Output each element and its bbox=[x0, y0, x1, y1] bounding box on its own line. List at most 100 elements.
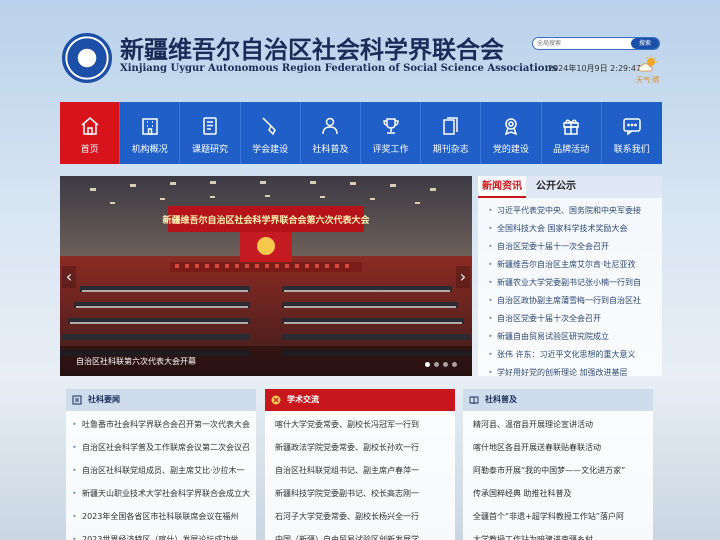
nav-home[interactable]: 首页 bbox=[60, 102, 121, 164]
carousel-dot[interactable] bbox=[434, 362, 439, 367]
news-item[interactable]: 自治区党委十届十一次全会召开 bbox=[486, 238, 662, 256]
federation-logo-icon[interactable]: XJFSS bbox=[62, 33, 112, 83]
nav-party-building[interactable]: 党的建设 bbox=[481, 102, 542, 164]
news-item[interactable]: 全国科技大会 国家科学技术奖励大会 bbox=[486, 220, 662, 238]
news-icon bbox=[72, 395, 82, 405]
nav-label: 联系我们 bbox=[613, 145, 650, 155]
list-item[interactable]: 大学教授工作站为暗建进南疆乡村 bbox=[469, 528, 653, 540]
carousel-next-icon[interactable]: › bbox=[456, 266, 470, 288]
party-emblem-icon bbox=[271, 395, 281, 405]
site-title-chinese: 新疆维吾尔自治区社会科学界联合会 bbox=[120, 35, 504, 64]
list-item[interactable]: 新疆政法学院党委常委、副校长孙欢一行 bbox=[271, 436, 455, 459]
badge-icon bbox=[504, 118, 518, 136]
column-popularization: 社科普及 精河县、温宿县开展理论宣讲活动 喀什地区各县开展送春联贴春联活动 阿勒… bbox=[463, 389, 653, 540]
column-social-science-news: 社科要闻 吐鲁番市社会科学界联合会召开第一次代表大会 自治区社会科学普及工作联席… bbox=[66, 389, 256, 540]
column-header[interactable]: 学术交流 bbox=[265, 389, 455, 411]
sun-cloud-icon bbox=[638, 55, 658, 72]
nav-label: 期刊杂志 bbox=[432, 145, 469, 155]
list-item[interactable]: 2023世界经济特区（喀什）发展论坛成功举 bbox=[72, 528, 256, 540]
news-item[interactable]: 自治区党委十届十次全会召开 bbox=[486, 310, 662, 328]
search-box: 搜索 bbox=[532, 37, 660, 50]
news-item[interactable]: 新疆维吾尔自治区主席艾尔肯·吐尼亚孜 bbox=[486, 256, 662, 274]
nav-label: 学会建设 bbox=[252, 145, 289, 155]
column-header[interactable]: 社科要闻 bbox=[66, 389, 256, 411]
trophy-icon bbox=[382, 118, 399, 134]
column-title: 社科要闻 bbox=[88, 395, 120, 404]
news-item[interactable]: 学好用好党的创新理论 加强改进基层 bbox=[486, 364, 662, 376]
news-item[interactable]: 新疆自由贸易试验区研究院成立 bbox=[486, 328, 662, 346]
document-icon bbox=[203, 117, 217, 135]
nav-organization[interactable]: 机构概况 bbox=[120, 102, 181, 164]
shovel-icon bbox=[262, 117, 277, 136]
column-header[interactable]: 社科普及 bbox=[463, 389, 653, 411]
nav-contact[interactable]: 联系我们 bbox=[602, 102, 662, 164]
nav-label: 首页 bbox=[80, 145, 99, 155]
nav-label: 党的建设 bbox=[492, 145, 529, 155]
banner-carousel[interactable]: 新疆维吾尔自治区社会科学界联合会第六次代表大会 自治区社科联第六次代表大会开幕 … bbox=[60, 176, 472, 376]
list-item[interactable]: 自治区社科联党组书记、副主席卢春萍一 bbox=[271, 459, 455, 482]
weather-label: 天气·晴 bbox=[636, 76, 660, 84]
search-button[interactable]: 搜索 bbox=[631, 38, 659, 49]
nav-society-building[interactable]: 学会建设 bbox=[241, 102, 301, 164]
carousel-dot[interactable] bbox=[452, 362, 457, 367]
logo-text: XJFSS bbox=[78, 53, 96, 59]
column-list: 精河县、温宿县开展理论宣讲活动 喀什地区各县开展送春联贴春联活动 阿勒泰市开展“… bbox=[463, 411, 653, 540]
nav-label: 评奖工作 bbox=[372, 145, 409, 155]
news-item[interactable]: 自治区政协副主席蒲雪梅一行到自治区社 bbox=[486, 292, 662, 310]
site-title-english: Xinjiang Uygur Autonomous Region Federat… bbox=[120, 63, 558, 74]
nav-awards[interactable]: 评奖工作 bbox=[361, 102, 422, 164]
list-item[interactable]: 喀什地区各县开展送春联贴春联活动 bbox=[469, 436, 653, 459]
nav-label: 社科普及 bbox=[312, 145, 349, 155]
tab-public-notice[interactable]: 公开公示 bbox=[532, 176, 580, 198]
conference-hall-image: 新疆维吾尔自治区社会科学界联合会第六次代表大会 bbox=[60, 176, 472, 376]
nav-label: 课题研究 bbox=[191, 145, 228, 155]
list-item[interactable]: 传承国粹经典 助推社科普及 bbox=[469, 482, 653, 505]
site-header: XJFSS 新疆维吾尔自治区社会科学界联合会 Xinjiang Uygur Au… bbox=[0, 0, 720, 100]
news-panel: 新闻资讯 公开公示 习近平代表党中央、国务院和中央军委接 全国科技大会 国家科学… bbox=[478, 176, 662, 376]
books-icon bbox=[442, 117, 458, 135]
current-datetime: 2024年10月9日 2:29:47 bbox=[548, 64, 642, 73]
gift-icon bbox=[563, 119, 579, 135]
carousel-dot[interactable] bbox=[425, 362, 430, 367]
column-list: 喀什大学党委常委、副校长冯冠军一行到 新疆政法学院党委常委、副校长孙欢一行 自治… bbox=[265, 411, 455, 540]
search-input[interactable] bbox=[537, 38, 627, 49]
list-item[interactable]: 新疆科技学院党委副书记、校长高志刚一 bbox=[271, 482, 455, 505]
news-tabs: 新闻资讯 公开公示 bbox=[478, 176, 662, 198]
nav-brand-activities[interactable]: 品牌活动 bbox=[542, 102, 602, 164]
news-item[interactable]: 习近平代表党中央、国务院和中央军委接 bbox=[486, 202, 662, 220]
column-title: 学术交流 bbox=[287, 395, 319, 404]
carousel-prev-icon[interactable]: ‹ bbox=[62, 266, 76, 288]
carousel-dots bbox=[425, 362, 457, 367]
list-item[interactable]: 新疆天山职业技术大学社会科学界联合会成立大 bbox=[72, 482, 256, 505]
list-item[interactable]: 吐鲁番市社会科学界联合会召开第一次代表大会 bbox=[72, 413, 256, 436]
stage-banner-text: 新疆维吾尔自治区社会科学界联合会第六次代表大会 bbox=[162, 214, 370, 226]
list-item[interactable]: 阿勒泰市开展“我的中国梦——文化进万家” bbox=[469, 459, 653, 482]
news-item[interactable]: 张伟 许东：习近平文化思想的重大意义 bbox=[486, 346, 662, 364]
nav-journals[interactable]: 期刊杂志 bbox=[421, 102, 482, 164]
chat-icon bbox=[623, 118, 641, 136]
list-item[interactable]: 自治区社会科学普及工作联席会议第二次会议召 bbox=[72, 436, 256, 459]
list-item[interactable]: 全疆首个“非遗+超学科教授工作站”落户阿 bbox=[469, 505, 653, 528]
nav-popularization[interactable]: 社科普及 bbox=[301, 102, 361, 164]
nav-research[interactable]: 课题研究 bbox=[180, 102, 241, 164]
list-item[interactable]: 2023年全国各省区市社科联联席会议在福州 bbox=[72, 505, 256, 528]
building-icon bbox=[142, 118, 158, 135]
book-icon bbox=[469, 396, 479, 405]
nav-label: 机构概况 bbox=[131, 145, 168, 155]
tab-news[interactable]: 新闻资讯 bbox=[478, 176, 526, 198]
banner-caption: 自治区社科联第六次代表大会开幕 bbox=[76, 357, 196, 366]
main-navigation: 首页 机构概况 课题研究 学会建设 社科普及 评奖工作 期刊杂志 党的建设 品牌… bbox=[60, 102, 662, 164]
column-list: 吐鲁番市社会科学界联合会召开第一次代表大会 自治区社会科学普及工作联席会议第二次… bbox=[66, 411, 256, 540]
list-item[interactable]: 自治区社科联党组成员、副主席艾比·沙拉木一 bbox=[72, 459, 256, 482]
list-item[interactable]: 石河子大学党委常委、副校长杨兴全一行 bbox=[271, 505, 455, 528]
list-item[interactable]: 精河县、温宿县开展理论宣讲活动 bbox=[469, 413, 653, 436]
news-item[interactable]: 新疆农业大学党委副书记张小楠一行到自 bbox=[486, 274, 662, 292]
list-item[interactable]: 中国（新疆）自由贸易试验区创新发展学 bbox=[271, 528, 455, 540]
person-icon bbox=[322, 117, 339, 135]
news-list: 习近平代表党中央、国务院和中央军委接 全国科技大会 国家科学技术奖励大会 自治区… bbox=[478, 198, 662, 376]
carousel-dot[interactable] bbox=[443, 362, 448, 367]
column-title: 社科普及 bbox=[485, 395, 517, 404]
column-academic-exchange: 学术交流 喀什大学党委常委、副校长冯冠军一行到 新疆政法学院党委常委、副校长孙欢… bbox=[265, 389, 455, 540]
home-icon bbox=[81, 117, 99, 135]
list-item[interactable]: 喀什大学党委常委、副校长冯冠军一行到 bbox=[271, 413, 455, 436]
